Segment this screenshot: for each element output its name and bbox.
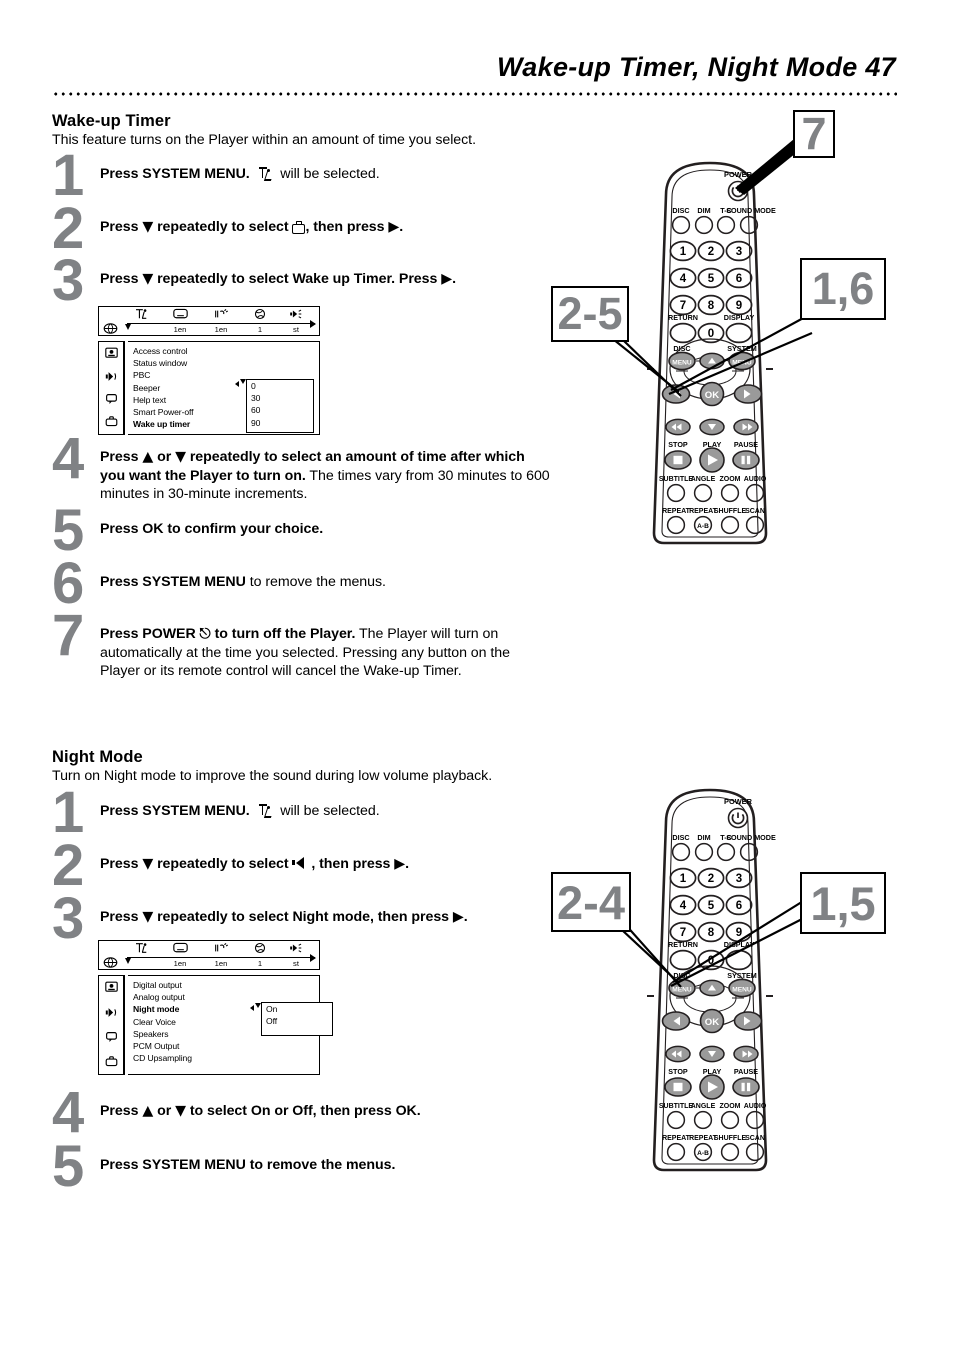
callout-step-1-6: 1,6 <box>800 258 886 320</box>
callout-step-7: 7 <box>793 108 835 159</box>
callout-leaders-2 <box>607 894 814 988</box>
callout-step-2-4: 2-4 <box>551 872 631 932</box>
callout-step-1-5: 1,5 <box>800 872 886 934</box>
callout-leaders-1 <box>607 139 819 397</box>
callout-step-2-5: 2-5 <box>551 286 629 342</box>
